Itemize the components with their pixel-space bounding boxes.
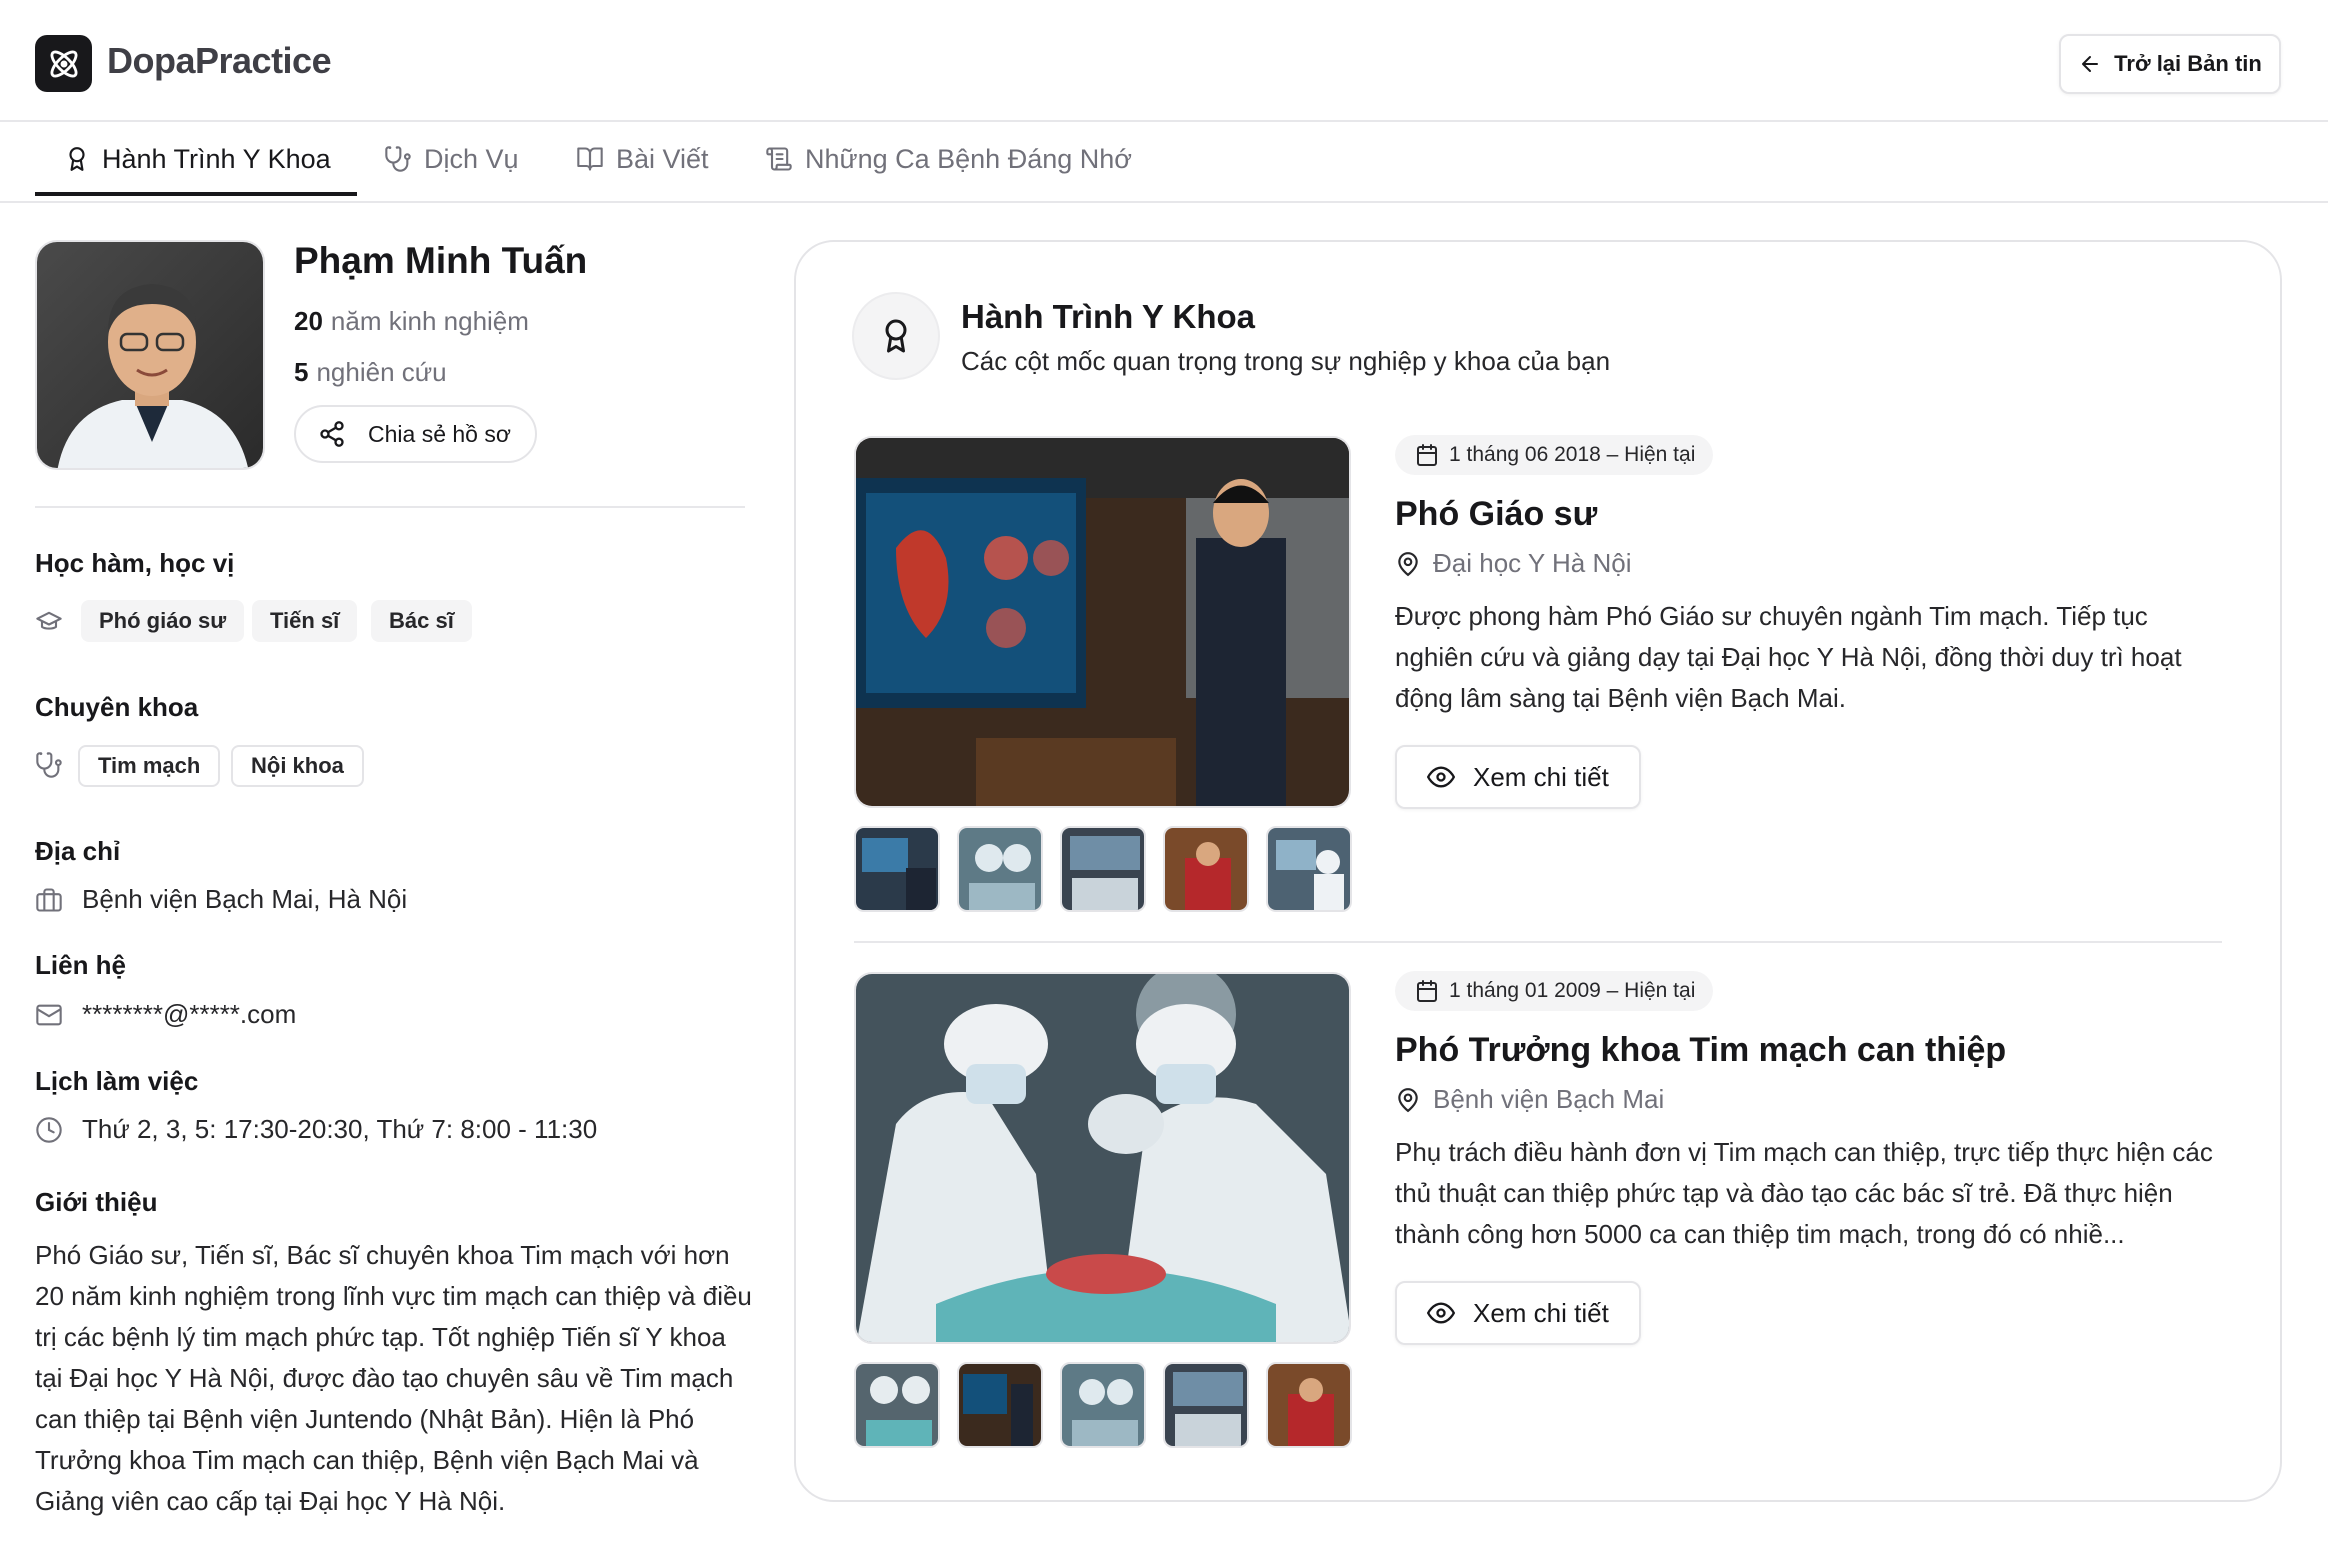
clock-icon (35, 1116, 63, 1144)
specialty-chip: Tim mạch (78, 745, 221, 787)
entry-role: Phó Giáo sư (1395, 495, 1598, 533)
place-text: Đại học Y Hà Nội (1433, 548, 1632, 578)
calendar-icon (1417, 980, 1437, 1002)
share-button-label: Chia sẻ hồ sơ (368, 420, 511, 447)
thumbnail[interactable] (1060, 826, 1146, 912)
experience-label: năm kinh nghiệm (330, 306, 529, 336)
date-badge: 1 tháng 01 2009 – Hiện tại (1395, 971, 1714, 1011)
degree-chip: Tiến sĩ (252, 600, 358, 642)
address-text: Bệnh viện Bạch Mai, Hà Nội (82, 884, 408, 914)
mail-icon (35, 1001, 63, 1029)
date-text: 1 tháng 01 2009 – Hiện tại (1449, 979, 1696, 1002)
degree-chip: Bác sĩ (371, 600, 472, 642)
intro-text: Phó Giáo sư, Tiến sĩ, Bác sĩ chuyên khoa… (35, 1240, 752, 1516)
graduation-cap-icon (35, 607, 63, 635)
award-icon (69, 147, 85, 171)
thumbnail[interactable] (1266, 826, 1352, 912)
place-text: Bệnh viện Bạch Mai (1433, 1084, 1665, 1114)
building-icon (35, 886, 63, 914)
scroll-icon (766, 147, 792, 171)
arrow-left-icon (2082, 56, 2099, 72)
app-name[interactable]: DopaPractice (107, 40, 332, 82)
intro-title: Giới thiệu (35, 1187, 158, 1217)
tab-memorable-cases[interactable]: Những Ca Bệnh Đáng Nhớ (765, 122, 1132, 196)
specialty-chip: Nội khoa (231, 745, 364, 787)
journey-title: Hành Trình Y Khoa (961, 298, 1255, 335)
tab-bar: Hành Trình Y Khoa Dịch Vụ Bài Viết Những… (0, 122, 2328, 203)
book-open-icon (577, 147, 603, 171)
back-to-feed-button[interactable]: Trở lại Bản tin (2059, 34, 2281, 94)
entry-main-photo[interactable] (854, 972, 1351, 1344)
thumbnail[interactable] (1163, 826, 1249, 912)
map-pin-icon (1398, 551, 1418, 576)
tab-label: Những Ca Bệnh Đáng Nhớ (805, 143, 1132, 174)
doctor-name: Phạm Minh Tuấn (294, 240, 588, 281)
thumbnail[interactable] (1266, 1362, 1352, 1448)
address-title: Địa chỉ (35, 836, 121, 866)
map-pin-icon (1398, 1087, 1418, 1112)
view-details-button[interactable]: Xem chi tiết (1395, 1281, 1641, 1345)
degrees-title: Học hàm, học vị (35, 548, 235, 578)
tab-services[interactable]: Dịch Vụ (384, 122, 519, 196)
thumbnail[interactable] (1163, 1362, 1249, 1448)
app-header: DopaPractice Trở lại Bản tin (0, 0, 2328, 122)
share-icon (320, 421, 344, 447)
share-profile-button[interactable]: Chia sẻ hồ sơ (294, 405, 537, 463)
view-details-button[interactable]: Xem chi tiết (1395, 745, 1641, 809)
contact-title: Liên hệ (35, 950, 127, 980)
date-badge: 1 tháng 06 2018 – Hiện tại (1395, 435, 1714, 475)
entry-role: Phó Trưởng khoa Tim mạch can thiệp (1395, 1031, 2007, 1069)
calendar-icon (1417, 444, 1437, 466)
button-label: Xem chi tiết (1473, 1297, 1609, 1328)
entry-place: Bệnh viện Bạch Mai (1395, 1084, 1664, 1115)
entry-main-photo[interactable] (854, 436, 1351, 808)
date-text: 1 tháng 06 2018 – Hiện tại (1449, 443, 1696, 466)
schedule-text: Thứ 2, 3, 5: 17:30-20:30, Thứ 7: 8:00 - … (82, 1114, 598, 1144)
stethoscope-icon (35, 751, 63, 779)
thumbnail[interactable] (854, 826, 940, 912)
tab-label: Bài Viết (616, 143, 709, 174)
research-value: 5 (294, 357, 309, 387)
thumbnail[interactable] (957, 826, 1043, 912)
schedule-title: Lịch làm việc (35, 1066, 199, 1096)
research-label: nghiên cứu (316, 357, 447, 387)
award-icon (852, 292, 940, 380)
experience-stat: 20 năm kinh nghiệm (294, 306, 529, 337)
back-button-label: Trở lại Bản tin (2114, 51, 2262, 76)
eye-icon (1427, 766, 1455, 788)
journey-subtitle: Các cột mốc quan trọng trong sự nghiệp y… (961, 346, 1611, 376)
tab-articles[interactable]: Bài Viết (576, 122, 709, 196)
entry-description: Được phong hàm Phó Giáo sư chuyên ngành … (1395, 601, 2182, 713)
tab-label: Hành Trình Y Khoa (102, 143, 331, 174)
atom-icon[interactable] (35, 35, 92, 92)
thumbnail[interactable] (854, 1362, 940, 1448)
active-tab-indicator (35, 192, 357, 196)
tab-label: Dịch Vụ (424, 143, 519, 174)
tab-medical-journey[interactable]: Hành Trình Y Khoa (64, 122, 331, 196)
thumbnail[interactable] (1060, 1362, 1146, 1448)
entry-description: Phụ trách điều hành đơn vị Tim mạch can … (1395, 1137, 2213, 1249)
avatar (35, 240, 265, 470)
experience-value: 20 (294, 306, 323, 336)
eye-icon (1427, 1302, 1455, 1324)
divider (35, 506, 745, 508)
research-stat: 5 nghiên cứu (294, 357, 447, 388)
degree-chip: Phó giáo sư (81, 600, 245, 642)
button-label: Xem chi tiết (1473, 761, 1609, 792)
entry-divider (854, 941, 2222, 943)
specialty-title: Chuyên khoa (35, 692, 199, 722)
thumbnail[interactable] (957, 1362, 1043, 1448)
contact-email: ********@*****.com (82, 999, 297, 1029)
entry-place: Đại học Y Hà Nội (1395, 548, 1631, 579)
stethoscope-icon (385, 146, 411, 172)
